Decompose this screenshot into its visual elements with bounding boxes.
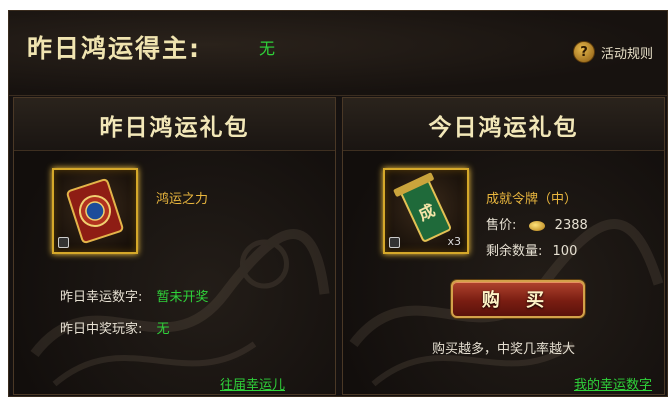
yesterday-winner-value: 无	[259, 39, 276, 58]
remaining-value: 100	[552, 244, 578, 259]
my-lucky-numbers-link[interactable]: 我的幸运数字	[574, 374, 652, 393]
item-name: 成就令牌（中）	[486, 192, 578, 207]
winner-label: 昨日中奖玩家:	[60, 322, 143, 337]
winner-row: 昨日中奖玩家: 无	[60, 318, 170, 337]
header-bar: 昨日鸿运得主: 无 ? 活动规则	[9, 11, 667, 96]
gold-ingot-icon	[528, 220, 545, 231]
yesterday-pack-panel: 昨日鸿运礼包 鸿运之力 昨日幸运数字: 暂未开奖 昨日中奖玩家: 无 往届幸运儿	[13, 97, 336, 395]
today-pack-panel: 今日鸿运礼包 成 x3 成就令牌（中） 售价: 2388 剩余数量: 100 购…	[342, 97, 665, 395]
purchase-note: 购买越多，中奖几率越大	[431, 342, 575, 357]
rules-label: 活动规则	[600, 46, 653, 62]
item-name: 鸿运之力	[156, 192, 209, 207]
lucky-number-value: 暂未开奖	[156, 290, 209, 305]
item-slot-fortune-power[interactable]	[52, 168, 138, 254]
today-pack-title: 今日鸿运礼包	[428, 115, 579, 141]
price-value: 2388	[554, 218, 588, 233]
yesterday-winner-title: 昨日鸿运得主:	[27, 34, 201, 63]
lock-icon	[58, 237, 69, 248]
item-quantity: x3	[447, 235, 461, 248]
winner-value: 无	[156, 322, 170, 337]
lock-icon	[389, 237, 400, 248]
past-winners-link[interactable]: 往届幸运儿	[220, 374, 285, 393]
rules-button[interactable]: ? 活动规则	[572, 41, 653, 63]
question-icon: ?	[572, 41, 595, 63]
price-label: 售价:	[486, 218, 517, 233]
lucky-number-row: 昨日幸运数字: 暂未开奖	[60, 286, 209, 305]
yesterday-pack-title: 昨日鸿运礼包	[99, 115, 250, 141]
lucky-number-label: 昨日幸运数字:	[60, 290, 143, 305]
price-row: 售价: 2388	[486, 214, 588, 233]
item-slot-achievement-token[interactable]: 成 x3	[383, 168, 469, 254]
remaining-label: 剩余数量:	[486, 244, 543, 259]
buy-button[interactable]: 购 买	[451, 280, 585, 318]
remaining-row: 剩余数量: 100	[486, 240, 577, 259]
event-window: 昨日鸿运得主: 无 ? 活动规则 昨日鸿运礼包 鸿运之力 昨日幸运数字: 暂未开…	[8, 10, 668, 397]
